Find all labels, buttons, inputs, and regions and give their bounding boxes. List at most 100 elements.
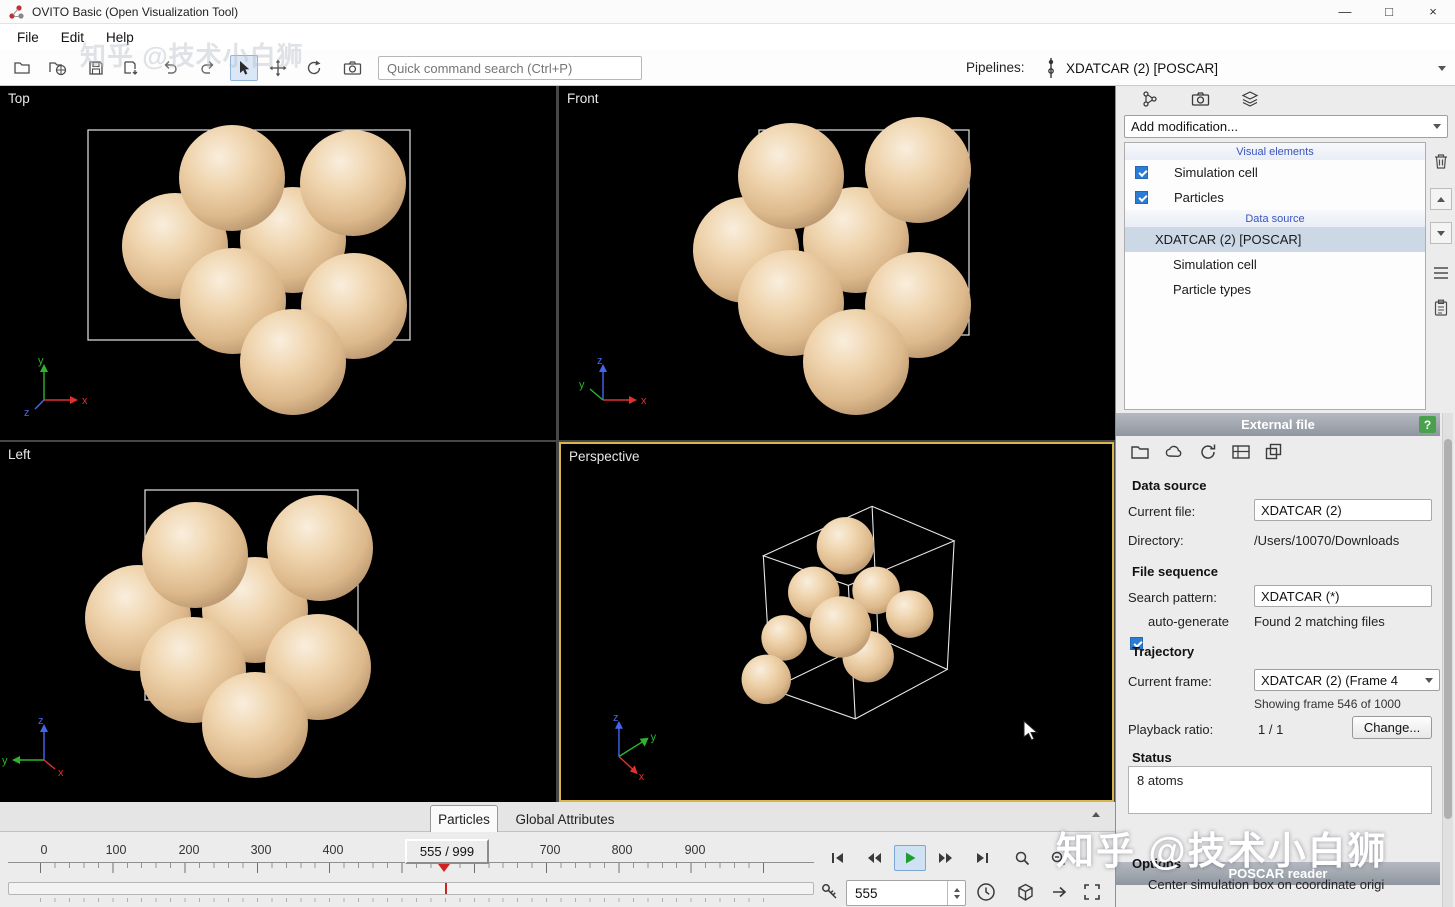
copy-pipeline-button[interactable] bbox=[1430, 296, 1452, 318]
animation-settings-button[interactable] bbox=[820, 882, 840, 902]
reload-file-button[interactable] bbox=[1198, 442, 1218, 465]
current-frame-label: Current frame: bbox=[1128, 674, 1212, 689]
add-modification-dropdown[interactable]: Add modification... bbox=[1124, 115, 1448, 138]
open-remote-file-button[interactable] bbox=[44, 55, 72, 81]
panel-scrollbar[interactable] bbox=[1442, 413, 1453, 907]
open-file-button[interactable] bbox=[8, 55, 36, 81]
maximize-viewport-button[interactable] bbox=[1082, 882, 1102, 902]
list-item-particle-types[interactable]: Particle types bbox=[1125, 277, 1425, 302]
axis-tripod-top: y x z bbox=[24, 355, 88, 419]
rotate-icon bbox=[307, 60, 321, 75]
external-file-title: External file bbox=[1241, 417, 1315, 432]
matching-files-text: Found 2 matching files bbox=[1254, 614, 1385, 629]
particles-checkbox[interactable] bbox=[1135, 191, 1148, 204]
pick-remote-file-button[interactable] bbox=[1163, 442, 1185, 465]
status-section-label: Status bbox=[1132, 750, 1172, 765]
tab-global-attributes[interactable]: Global Attributes bbox=[502, 807, 628, 832]
search-pattern-field[interactable]: XDATCAR (*) bbox=[1254, 585, 1432, 607]
clipboard-icon bbox=[1434, 299, 1448, 316]
list-item-source[interactable]: XDATCAR (2) [POSCAR] bbox=[1125, 227, 1425, 252]
copy-icon bbox=[1265, 443, 1282, 460]
pick-file-button[interactable] bbox=[1130, 442, 1150, 465]
showing-frame-text: Showing frame 546 of 1000 bbox=[1254, 697, 1401, 711]
frame-spinbox-input[interactable] bbox=[847, 885, 947, 901]
maximize-button[interactable]: □ bbox=[1367, 0, 1411, 24]
overlays-tab-button[interactable] bbox=[1230, 87, 1270, 111]
frame-position-marker[interactable] bbox=[438, 864, 450, 872]
frame-slider-handle[interactable] bbox=[445, 883, 447, 894]
viewport-area: Top y x z Front z x y Left z y x Perspec… bbox=[0, 86, 1115, 802]
close-button[interactable]: × bbox=[1411, 0, 1455, 24]
list-item-source-cell[interactable]: Simulation cell bbox=[1125, 252, 1425, 277]
pipeline-list: Visual elements Simulation cell Particle… bbox=[1124, 142, 1426, 410]
pipelines-label: Pipelines: bbox=[966, 60, 1025, 75]
command-search-input[interactable] bbox=[378, 56, 642, 80]
delete-modifier-button[interactable] bbox=[1430, 150, 1452, 172]
move-modifier-down-button[interactable] bbox=[1430, 222, 1452, 244]
rotate-mode-button[interactable] bbox=[300, 55, 328, 81]
simulation-cell-checkbox[interactable] bbox=[1135, 166, 1148, 179]
folder-open-icon bbox=[1131, 446, 1149, 459]
viewport-top[interactable]: Top y x z bbox=[0, 86, 556, 440]
pipeline-icon bbox=[1048, 58, 1054, 78]
data-inspector-tabs: Particles Global Attributes bbox=[0, 802, 1115, 832]
play-button[interactable] bbox=[894, 845, 926, 871]
frame-spinbox[interactable] bbox=[846, 880, 966, 906]
spinner-arrows[interactable] bbox=[947, 881, 965, 905]
change-playback-ratio-button[interactable]: Change... bbox=[1352, 716, 1432, 739]
chevron-down-icon bbox=[1425, 677, 1433, 683]
tab-particles[interactable]: Particles bbox=[430, 805, 498, 832]
ruler-label: 100 bbox=[105, 843, 127, 857]
data-source-header: Data source bbox=[1125, 210, 1425, 227]
duplicate-button[interactable] bbox=[1264, 442, 1284, 465]
pipeline-branch-icon bbox=[1143, 91, 1157, 107]
sync-icon bbox=[1201, 444, 1216, 459]
skip-start-icon bbox=[832, 853, 843, 863]
chevron-down-icon bbox=[1437, 230, 1445, 236]
camera-icon bbox=[343, 61, 361, 75]
svg-text:y: y bbox=[579, 379, 585, 391]
zoom-timeline-out-button[interactable] bbox=[1006, 845, 1038, 871]
svg-text:x: x bbox=[639, 771, 645, 783]
mouse-cursor bbox=[1023, 720, 1039, 741]
previous-frame-button[interactable] bbox=[858, 845, 890, 871]
animation-time-button[interactable] bbox=[976, 882, 997, 903]
import-table-button[interactable] bbox=[1231, 442, 1251, 465]
next-frame-button[interactable] bbox=[930, 845, 962, 871]
move-modifier-up-button[interactable] bbox=[1430, 188, 1452, 210]
modify-tab-button[interactable] bbox=[1130, 87, 1170, 111]
spin-up-icon bbox=[953, 887, 960, 892]
viewport-front[interactable]: Front z x y bbox=[559, 86, 1115, 440]
ruler-label: 400 bbox=[322, 843, 344, 857]
pipeline-selector[interactable]: XDATCAR (2) [POSCAR] bbox=[1044, 54, 1454, 82]
jump-last-frame-button[interactable] bbox=[966, 845, 998, 871]
status-box: 8 atoms bbox=[1128, 766, 1432, 814]
help-button[interactable]: ? bbox=[1419, 416, 1436, 433]
window-title: OVITO Basic (Open Visualization Tool) bbox=[32, 4, 239, 19]
current-frame-indicator[interactable]: 555 / 999 bbox=[405, 839, 489, 864]
axis-tripod-front: z x y bbox=[579, 355, 647, 407]
scrollbar-thumb[interactable] bbox=[1444, 439, 1452, 819]
playback-ratio-value: 1 / 1 bbox=[1258, 722, 1284, 737]
viewport-perspective[interactable]: Perspective z y x bbox=[559, 442, 1114, 802]
current-frame-dropdown[interactable]: XDATCAR (2) (Frame 4 bbox=[1254, 669, 1440, 691]
list-item-simulation-cell[interactable]: Simulation cell bbox=[1125, 160, 1425, 185]
ruler-label: 0 bbox=[40, 843, 48, 857]
toggle-list-view-button[interactable] bbox=[1430, 262, 1452, 284]
menu-file[interactable]: File bbox=[8, 27, 48, 48]
export-icon-button[interactable] bbox=[1050, 883, 1070, 901]
viewport-left-label: Left bbox=[8, 447, 31, 462]
expand-inspector-button[interactable] bbox=[1092, 812, 1100, 817]
minimize-button[interactable]: — bbox=[1323, 0, 1367, 24]
snapshot-button[interactable] bbox=[338, 55, 366, 81]
viewport-left[interactable]: Left z y x bbox=[0, 442, 556, 802]
titlebar: OVITO Basic (Open Visualization Tool) — … bbox=[0, 0, 1455, 24]
render-tab-button[interactable] bbox=[1180, 87, 1220, 111]
current-file-field[interactable]: XDATCAR (2) bbox=[1254, 499, 1432, 521]
layers-icon bbox=[1241, 91, 1259, 107]
chevron-up-icon bbox=[1092, 812, 1100, 817]
render-active-viewport-button[interactable] bbox=[1014, 881, 1037, 904]
jump-first-frame-button[interactable] bbox=[822, 845, 854, 871]
frame-slider-track[interactable] bbox=[8, 882, 814, 895]
list-item-particles[interactable]: Particles bbox=[1125, 185, 1425, 210]
